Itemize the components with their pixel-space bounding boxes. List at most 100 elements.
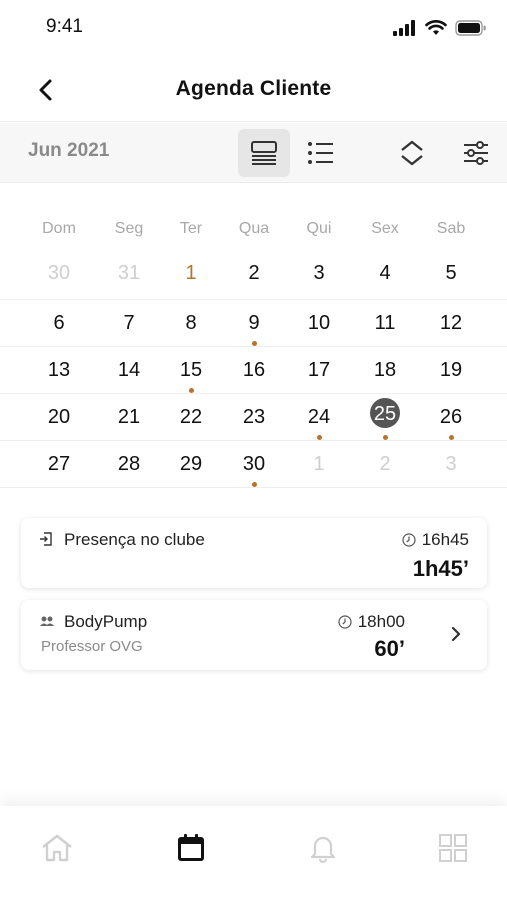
calendar-day[interactable]: 10 bbox=[296, 300, 342, 347]
calendar-grid: 30 31 1 2 3 4 5 6 7 8 9 10 11 12 13 14 15 16 17 18 19 20 21 22 2… bbox=[0, 250, 507, 488]
calendar-view-icon bbox=[251, 141, 277, 165]
weekday-label: Seg bbox=[114, 220, 144, 237]
calendar-day[interactable]: 27 bbox=[36, 441, 82, 488]
calendar-day[interactable]: 1 bbox=[168, 250, 214, 297]
day-number: 2 bbox=[248, 262, 260, 284]
list-view-button[interactable] bbox=[295, 129, 347, 177]
event-dot bbox=[317, 435, 322, 440]
event-dot bbox=[252, 482, 257, 487]
calendar-day[interactable]: 18 bbox=[362, 347, 408, 394]
day-number: 27 bbox=[47, 453, 71, 475]
calendar-day[interactable]: 4 bbox=[362, 250, 408, 297]
calendar-day[interactable]: 2 bbox=[231, 250, 277, 297]
calendar-day[interactable]: 26 bbox=[428, 394, 474, 441]
calendar-day[interactable]: 21 bbox=[106, 394, 152, 441]
battery-icon bbox=[455, 20, 486, 36]
calendar-week-row: 27 28 29 30 1 2 3 bbox=[0, 441, 507, 488]
calendar-day[interactable]: 12 bbox=[428, 300, 474, 347]
day-number: 15 bbox=[179, 359, 203, 381]
tab-menu[interactable] bbox=[433, 828, 473, 868]
calendar-day[interactable]: 19 bbox=[428, 347, 474, 394]
day-number: 10 bbox=[307, 312, 331, 334]
event-time-value: 16h45 bbox=[421, 530, 469, 549]
day-number: 9 bbox=[248, 312, 260, 334]
calendar-day[interactable]: 6 bbox=[36, 300, 82, 347]
calendar-day[interactable]: 1 bbox=[296, 441, 342, 488]
day-number: 25 bbox=[373, 403, 397, 425]
calendar-day[interactable]: 23 bbox=[231, 394, 277, 441]
calendar-day[interactable]: 30 bbox=[231, 441, 277, 488]
calendar-day-selected[interactable]: 25 bbox=[362, 394, 408, 441]
day-number: 3 bbox=[445, 453, 457, 475]
day-number: 29 bbox=[179, 453, 203, 475]
calendar-day[interactable]: 3 bbox=[296, 250, 342, 297]
day-number: 21 bbox=[117, 406, 141, 428]
event-dot bbox=[252, 341, 257, 346]
day-number: 3 bbox=[313, 262, 325, 284]
expand-collapse-button[interactable] bbox=[386, 129, 438, 177]
calendar-day[interactable]: 13 bbox=[36, 347, 82, 394]
calendar-day[interactable]: 30 bbox=[36, 250, 82, 297]
status-time: 9:41 bbox=[46, 16, 83, 37]
calendar-day[interactable]: 9 bbox=[231, 300, 277, 347]
day-number: 7 bbox=[123, 312, 135, 334]
calendar-day[interactable]: 31 bbox=[106, 250, 152, 297]
calendar-day[interactable]: 24 bbox=[296, 394, 342, 441]
page-title: Agenda Cliente bbox=[175, 77, 332, 100]
month-label[interactable]: Jun 2021 bbox=[28, 140, 109, 162]
calendar-day[interactable]: 16 bbox=[231, 347, 277, 394]
event-duration: 60’ bbox=[374, 636, 405, 661]
event-time-value: 18h00 bbox=[357, 612, 405, 631]
group-icon bbox=[40, 616, 54, 626]
event-dot bbox=[189, 388, 194, 393]
month-view-button[interactable] bbox=[238, 129, 290, 177]
day-number: 16 bbox=[242, 359, 266, 381]
day-number: 30 bbox=[242, 453, 266, 475]
calendar-day[interactable]: 3 bbox=[428, 441, 474, 488]
calendar-day[interactable]: 11 bbox=[362, 300, 408, 347]
status-bar: 9:41 bbox=[0, 0, 507, 56]
tab-notifications[interactable] bbox=[303, 828, 343, 868]
calendar-day[interactable]: 8 bbox=[168, 300, 214, 347]
calendar-week-row: 30 31 1 2 3 4 5 bbox=[0, 250, 507, 300]
list-icon bbox=[308, 142, 333, 164]
calendar-day[interactable]: 20 bbox=[36, 394, 82, 441]
day-number: 6 bbox=[53, 312, 65, 334]
day-number: 18 bbox=[373, 359, 397, 381]
weekday-label: Sex bbox=[371, 220, 399, 237]
calendar-week-row: 20 21 22 23 24 25 26 bbox=[0, 394, 507, 441]
wifi-icon bbox=[425, 20, 447, 35]
day-number: 5 bbox=[445, 262, 457, 284]
event-card-presence[interactable]: Presença no clube 16h45 1h45’ bbox=[21, 518, 487, 588]
tab-home[interactable] bbox=[37, 828, 77, 868]
day-number: 4 bbox=[379, 262, 391, 284]
calendar-day[interactable]: 7 bbox=[106, 300, 152, 347]
chevron-right-icon[interactable] bbox=[449, 625, 463, 643]
tab-agenda[interactable] bbox=[171, 828, 211, 868]
clock-icon bbox=[338, 615, 352, 629]
clock-icon bbox=[402, 533, 416, 547]
bell-icon bbox=[310, 836, 336, 863]
nav-header: Agenda Cliente bbox=[0, 60, 507, 122]
calendar-day[interactable]: 29 bbox=[168, 441, 214, 488]
day-number: 1 bbox=[313, 453, 325, 475]
calendar-day[interactable]: 2 bbox=[362, 441, 408, 488]
filter-button[interactable] bbox=[450, 129, 502, 177]
day-number: 13 bbox=[47, 359, 71, 381]
grid-icon bbox=[439, 834, 467, 862]
calendar-day[interactable]: 22 bbox=[168, 394, 214, 441]
event-card-class[interactable]: BodyPump Professor OVG 18h00 60’ bbox=[21, 600, 487, 670]
calendar-day[interactable]: 5 bbox=[428, 250, 474, 297]
day-number: 31 bbox=[117, 262, 141, 284]
home-icon bbox=[42, 834, 72, 862]
event-time: 16h45 bbox=[402, 530, 469, 550]
calendar-day[interactable]: 28 bbox=[106, 441, 152, 488]
day-number: 1 bbox=[185, 262, 197, 284]
status-icons bbox=[393, 20, 487, 36]
event-duration: 1h45’ bbox=[412, 556, 469, 581]
calendar-day[interactable]: 17 bbox=[296, 347, 342, 394]
weekday-label: Qui bbox=[306, 220, 332, 237]
calendar-day[interactable]: 14 bbox=[106, 347, 152, 394]
calendar-day[interactable]: 15 bbox=[168, 347, 214, 394]
signal-icon bbox=[393, 20, 415, 36]
